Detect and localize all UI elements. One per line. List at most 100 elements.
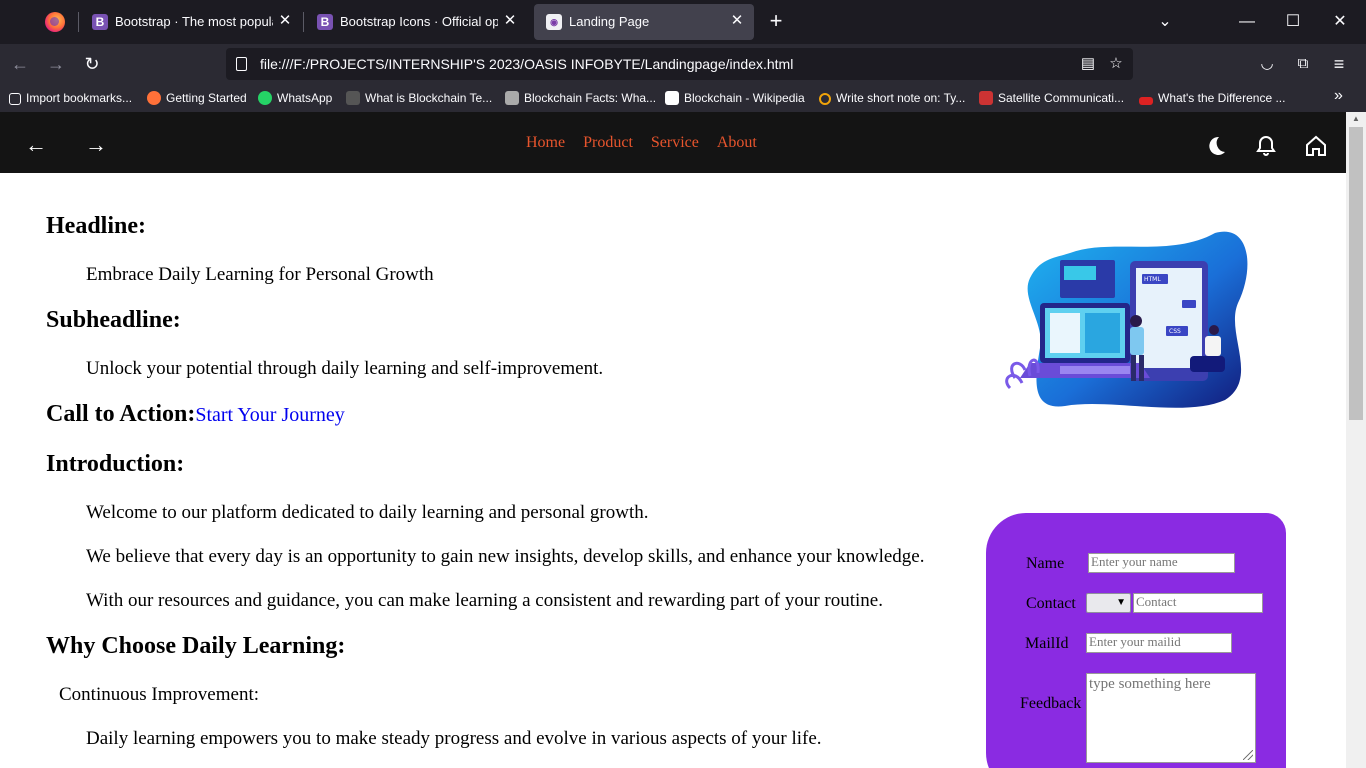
home-icon[interactable]: [1304, 134, 1328, 158]
bookmark-item[interactable]: Import bookmarks...: [9, 90, 132, 108]
contact-input[interactable]: Contact: [1133, 593, 1263, 613]
maximize-icon[interactable]: ☐: [1281, 10, 1305, 34]
contact-label: Contact: [1026, 595, 1076, 612]
site-navbar: ← → Home Product Service About: [0, 112, 1346, 173]
moon-icon[interactable]: [1204, 134, 1228, 158]
subheadline-text: Unlock your potential through daily lear…: [86, 358, 604, 379]
tab-separator: [78, 12, 79, 32]
bookmark-label: Getting Started: [166, 91, 247, 105]
blockchain-icon: [346, 91, 360, 105]
headline-heading: Headline:: [46, 213, 146, 239]
whatsapp-icon: [258, 91, 272, 105]
cta-heading: Call to Action:Start Your Journey: [46, 401, 345, 428]
country-code-select[interactable]: ▼: [1086, 593, 1131, 613]
tab-separator: [303, 12, 304, 32]
html-label: HTML: [1144, 276, 1161, 283]
tab-title: Bootstrap Icons · Official open s: [340, 14, 498, 29]
bell-icon[interactable]: [1254, 134, 1278, 158]
jpt-icon: [1139, 97, 1153, 105]
hero-illustration: HTML CSS: [1005, 231, 1248, 408]
bookmark-item[interactable]: What's the Difference ...: [1139, 90, 1285, 108]
bookmark-item[interactable]: What is Blockchain Te...: [346, 90, 492, 108]
menu-home[interactable]: Home: [526, 134, 565, 151]
reader-view-icon[interactable]: ▤: [1078, 54, 1098, 74]
bookmark-item[interactable]: Getting Started: [147, 90, 247, 108]
cta-link[interactable]: Start Your Journey: [195, 404, 344, 426]
tab-bootstrap[interactable]: B Bootstrap · The most popular H ✕: [80, 4, 302, 40]
bookmark-label: Write short note on: Ty...: [836, 91, 966, 105]
page-icon: ◉: [546, 14, 562, 30]
blockchain-icon: [505, 91, 519, 105]
import-icon: [9, 93, 21, 105]
firefox-icon[interactable]: [45, 12, 65, 32]
feedback-textarea[interactable]: type something here: [1086, 673, 1256, 763]
more-bookmarks-icon[interactable]: »: [1334, 87, 1343, 105]
extensions-icon[interactable]: ⧉: [1291, 52, 1315, 76]
intro-paragraph: We believe that every day is an opportun…: [86, 546, 925, 567]
close-icon[interactable]: ✕: [728, 12, 746, 30]
bookmark-item[interactable]: WhatsApp: [258, 90, 332, 108]
forward-arrow-icon[interactable]: →: [84, 134, 108, 158]
close-window-icon[interactable]: ✕: [1328, 10, 1352, 34]
intro-paragraph: Welcome to our platform dedicated to dai…: [86, 502, 649, 523]
mail-input[interactable]: Enter your mailid: [1086, 633, 1232, 653]
list-tabs-icon[interactable]: ⌄: [1153, 10, 1177, 34]
why-subheading: Continuous Improvement:: [59, 684, 260, 705]
tab-title: Landing Page: [569, 14, 650, 29]
pocket-icon[interactable]: ◡: [1255, 52, 1279, 76]
new-tab-button[interactable]: +: [764, 10, 788, 34]
resize-grip-icon[interactable]: [1243, 750, 1253, 760]
menu-icon[interactable]: ≡: [1327, 52, 1351, 76]
chevron-down-icon: ▼: [1116, 597, 1126, 608]
bookmark-item[interactable]: Write short note on: Ty...: [819, 90, 965, 108]
scroll-up-arrow-icon[interactable]: ▲: [1349, 114, 1363, 126]
url-bar[interactable]: file:///F:/PROJECTS/INTERNSHIP'S 2023/OA…: [226, 48, 1133, 80]
css-label: CSS: [1169, 328, 1181, 335]
tab-title: Bootstrap · The most popular H: [115, 14, 273, 29]
close-icon[interactable]: ✕: [276, 12, 294, 30]
scrollbar-thumb[interactable]: [1349, 127, 1363, 420]
back-arrow-icon[interactable]: ←: [24, 134, 48, 158]
quiz-icon: [819, 93, 831, 105]
tab-landing-page[interactable]: ◉ Landing Page ✕: [534, 4, 754, 40]
cta-label: Call to Action:: [46, 401, 196, 427]
menu-service[interactable]: Service: [651, 134, 699, 151]
feedback-label: Feedback: [1020, 695, 1082, 712]
tab-strip: B Bootstrap · The most popular H ✕ B Boo…: [0, 0, 1366, 44]
bookmark-label: Satellite Communicati...: [998, 91, 1125, 105]
feedback-form: Name Enter your name Contact ▼ Contact M…: [986, 513, 1286, 768]
subheadline-heading: Subheadline:: [46, 307, 181, 333]
bookmark-label: What's the Difference ...: [1158, 91, 1286, 105]
why-text: Daily learning empowers you to make stea…: [86, 728, 822, 749]
name-label: Name: [1026, 555, 1065, 572]
minimize-icon[interactable]: —: [1235, 10, 1259, 34]
intro-paragraph: With our resources and guidance, you can…: [86, 590, 883, 611]
reload-icon[interactable]: ↻: [80, 52, 104, 76]
name-input[interactable]: Enter your name: [1088, 553, 1235, 573]
page-viewport: ← → Home Product Service About Headline: Em…: [0, 112, 1366, 768]
bookmark-label: WhatsApp: [277, 91, 333, 105]
nav-bar: ← → ↻ file:///F:/PROJECTS/INTERNSHIP'S 2…: [0, 44, 1366, 84]
tab-bootstrap-icons[interactable]: B Bootstrap Icons · Official open s ✕: [305, 4, 527, 40]
url-text[interactable]: file:///F:/PROJECTS/INTERNSHIP'S 2023/OA…: [260, 56, 793, 72]
bookmark-label: Blockchain Facts: Wha...: [524, 91, 657, 105]
bootstrap-icon: B: [92, 14, 108, 30]
bookmark-item[interactable]: Satellite Communicati...: [979, 90, 1124, 108]
bookmark-label: Blockchain - Wikipedia: [684, 91, 805, 105]
site-icon: [979, 91, 993, 105]
close-icon[interactable]: ✕: [501, 12, 519, 30]
bookmark-star-icon[interactable]: ☆: [1106, 54, 1126, 74]
bootstrap-icon: B: [317, 14, 333, 30]
back-arrow-icon[interactable]: ←: [8, 52, 32, 76]
headline-text: Embrace Daily Learning for Personal Grow…: [86, 264, 434, 285]
why-heading: Why Choose Daily Learning:: [46, 633, 346, 659]
forward-arrow-icon[interactable]: →: [44, 52, 68, 76]
wikipedia-icon: [665, 91, 679, 105]
bookmarks-bar: Import bookmarks... Getting Started What…: [0, 84, 1366, 112]
page-icon: [236, 57, 247, 71]
menu-product[interactable]: Product: [583, 134, 633, 151]
bookmark-item[interactable]: Blockchain Facts: Wha...: [505, 90, 656, 108]
bookmark-item[interactable]: Blockchain - Wikipedia: [665, 90, 805, 108]
menu-about[interactable]: About: [717, 134, 757, 151]
bookmark-label: Import bookmarks...: [26, 91, 133, 105]
